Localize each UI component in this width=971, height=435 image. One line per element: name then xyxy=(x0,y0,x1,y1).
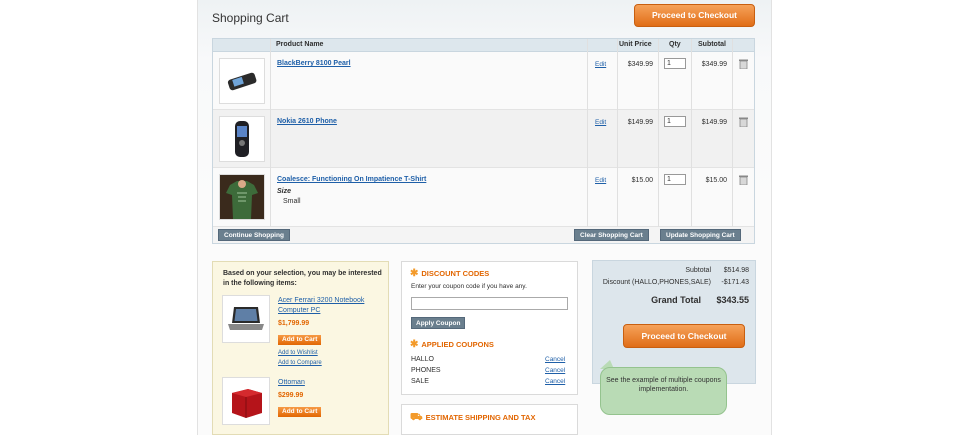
unit-price: $349.99 xyxy=(627,61,653,68)
discount-label: Discount (HALLO,PHONES,SALE) xyxy=(602,279,711,286)
discount-value: -$171.43 xyxy=(721,279,749,286)
cancel-coupon-link[interactable]: Cancel xyxy=(545,378,565,385)
row-subtotal: $149.99 xyxy=(701,119,727,126)
trash-icon[interactable] xyxy=(739,175,748,185)
page-title: Shopping Cart xyxy=(212,11,289,25)
row-subtotal: $15.00 xyxy=(705,177,727,184)
product-name-link[interactable]: BlackBerry 8100 Pearl xyxy=(277,60,351,67)
coupon-code: SALE xyxy=(411,378,429,385)
crosssell-box: Based on your selection, you may be inte… xyxy=(212,261,389,435)
column-divider xyxy=(732,39,733,227)
product-image[interactable] xyxy=(219,174,265,220)
proceed-to-checkout-button-bottom[interactable]: Proceed to Checkout xyxy=(623,324,745,348)
edit-link[interactable]: Edit xyxy=(595,119,606,126)
cart-table-header: Product Name Unit Price Qty Subtotal xyxy=(213,39,754,52)
header-qty: Qty xyxy=(669,41,681,48)
crosssell-product-link[interactable]: Ottoman xyxy=(278,378,383,388)
edit-link[interactable]: Edit xyxy=(595,61,606,68)
grand-total-value: $343.55 xyxy=(716,295,749,305)
trash-icon[interactable] xyxy=(739,59,748,69)
product-image[interactable] xyxy=(219,58,265,104)
phone-pearl-image xyxy=(227,72,257,91)
add-to-wishlist-link[interactable]: Add to Wishlist xyxy=(278,350,318,356)
coupon-help-text: Enter your coupon code if you have any. xyxy=(411,283,527,290)
table-row: BlackBerry 8100 Pearl Edit $349.99 1 $34… xyxy=(213,52,754,110)
product-name-link[interactable]: Nokia 2610 Phone xyxy=(277,118,337,125)
crosssell-price: $299.99 xyxy=(278,392,304,399)
cart-table: Product Name Unit Price Qty Subtotal Bla… xyxy=(212,38,755,244)
apply-coupon-button[interactable]: Apply Coupon xyxy=(411,317,466,329)
add-to-cart-button[interactable]: Add to Cart xyxy=(278,335,322,345)
discount-codes-title: DISCOUNT CODES xyxy=(421,269,490,278)
crosssell-title: Based on your selection, you may be inte… xyxy=(223,270,382,287)
trash-icon[interactable] xyxy=(739,117,748,127)
discount-codes-heading: ✱ DISCOUNT CODES xyxy=(410,268,489,279)
table-row: Coalesce: Functioning On Impatience T-Sh… xyxy=(213,168,754,227)
add-to-compare-link[interactable]: Add to Compare xyxy=(278,360,322,366)
subtotal-label: Subtotal xyxy=(685,267,711,274)
unit-price: $149.99 xyxy=(627,119,653,126)
discount-codes-box: ✱ DISCOUNT CODES Enter your coupon code i… xyxy=(401,261,578,395)
add-to-cart-button[interactable]: Add to Cart xyxy=(278,407,322,417)
column-divider xyxy=(587,39,588,227)
subtotal-value: $514.98 xyxy=(723,267,749,274)
clear-cart-button[interactable]: Clear Shopping Cart xyxy=(574,229,649,241)
cart-totals-box: Subtotal $514.98 Discount (HALLO,PHONES,… xyxy=(592,260,756,384)
column-divider xyxy=(617,39,618,227)
phone-nokia-image xyxy=(235,121,249,157)
row-subtotal: $349.99 xyxy=(701,61,727,68)
unit-price: $15.00 xyxy=(631,177,653,184)
crosssell-product-link[interactable]: Acer Ferrari 3200 Notebook Computer PC xyxy=(278,296,383,316)
qty-input[interactable]: 1 xyxy=(664,174,686,185)
asterisk-icon: ✱ xyxy=(410,268,419,279)
grand-total-label: Grand Total xyxy=(651,295,701,305)
proceed-to-checkout-button-top[interactable]: Proceed to Checkout xyxy=(634,4,755,27)
coupon-code: PHONES xyxy=(411,367,441,374)
edit-link[interactable]: Edit xyxy=(595,177,606,184)
header-unit-price: Unit Price xyxy=(619,41,652,48)
column-divider xyxy=(270,39,271,227)
product-name-link[interactable]: Coalesce: Functioning On Impatience T-Sh… xyxy=(277,176,426,183)
applied-coupons-title: APPLIED COUPONS xyxy=(421,340,494,349)
qty-input[interactable]: 1 xyxy=(664,116,686,127)
column-divider xyxy=(691,39,692,227)
cart-table-footer: Continue Shopping Clear Shopping Cart Up… xyxy=(213,227,754,243)
coupon-code-input[interactable] xyxy=(411,297,568,310)
asterisk-icon: ✱ xyxy=(410,339,419,350)
qty-input[interactable]: 1 xyxy=(664,58,686,69)
option-value: Small xyxy=(283,198,301,205)
ottoman-image xyxy=(232,389,262,418)
product-image[interactable] xyxy=(222,295,270,343)
cancel-coupon-link[interactable]: Cancel xyxy=(545,356,565,363)
update-cart-button[interactable]: Update Shopping Cart xyxy=(660,229,741,241)
laptop-image xyxy=(228,307,264,330)
crosssell-price: $1,799.99 xyxy=(278,320,310,327)
coupon-code: HALLO xyxy=(411,356,434,363)
header-subtotal: Subtotal xyxy=(698,41,726,48)
header-product-name: Product Name xyxy=(276,41,324,48)
cancel-coupon-link[interactable]: Cancel xyxy=(545,367,565,374)
truck-icon: ⛟ xyxy=(410,412,423,423)
applied-coupons-heading: ✱ APPLIED COUPONS xyxy=(410,339,494,350)
estimate-shipping-box: ⛟ ESTIMATE SHIPPING AND TAX xyxy=(401,404,578,435)
column-divider xyxy=(658,39,659,227)
product-image[interactable] xyxy=(222,377,270,425)
coupons-tooltip: See the example of multiple coupons impl… xyxy=(600,367,727,415)
option-label: Size xyxy=(277,188,292,195)
estimate-shipping-title: ESTIMATE SHIPPING AND TAX xyxy=(425,413,536,422)
table-row: Nokia 2610 Phone Edit $149.99 1 $149.99 xyxy=(213,110,754,168)
tshirt-image xyxy=(220,175,264,219)
page-container: Shopping Cart Proceed to Checkout Produc… xyxy=(197,0,772,435)
product-image[interactable] xyxy=(219,116,265,162)
continue-shopping-button[interactable]: Continue Shopping xyxy=(218,229,290,241)
estimate-shipping-heading: ⛟ ESTIMATE SHIPPING AND TAX xyxy=(410,412,535,425)
